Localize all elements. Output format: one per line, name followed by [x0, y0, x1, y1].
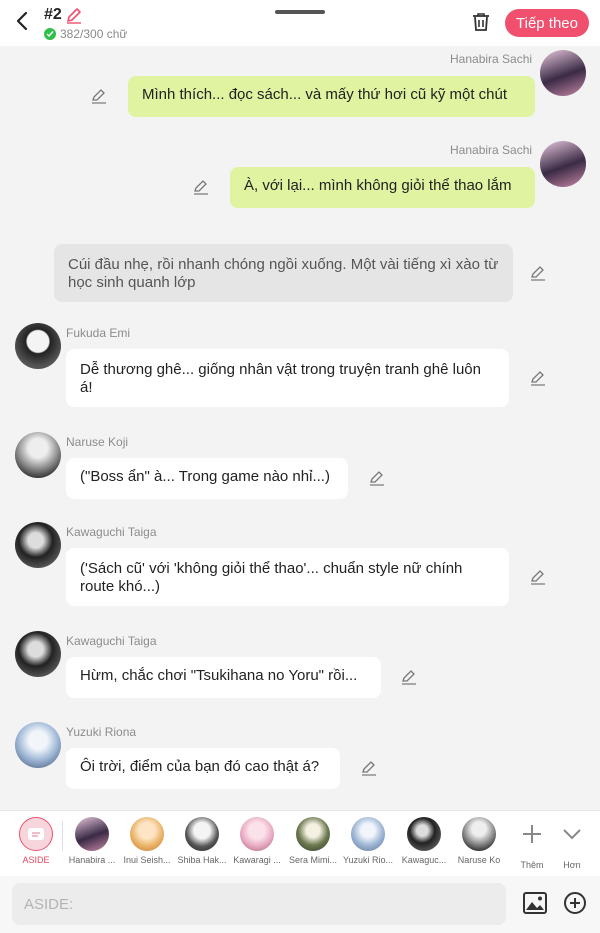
input-bar: [0, 876, 600, 933]
character-label: Sera Mimi...: [288, 855, 337, 865]
next-button[interactable]: Tiếp theo: [505, 9, 589, 37]
character-label: Hanabira ...: [68, 855, 116, 865]
avatar[interactable]: [15, 323, 61, 369]
scene-number: #2: [44, 6, 62, 23]
message-bubble[interactable]: À, với lại... mình không giỏi thể thao l…: [230, 167, 535, 208]
aside-button[interactable]: ASIDE: [8, 817, 64, 865]
sender-name: Kawaguchi Taiga: [66, 634, 157, 648]
message-bubble[interactable]: ('Sách cũ' với 'không giỏi thể thao'... …: [66, 548, 509, 606]
avatar[interactable]: [15, 432, 61, 478]
check-icon: [44, 28, 56, 40]
character-yuzuki[interactable]: Yuzuki Rio...: [340, 817, 396, 865]
avatar: [407, 817, 441, 851]
character-label: Naruse Ko: [457, 855, 501, 865]
character-hanabira[interactable]: Hanabira ...: [64, 817, 120, 865]
add-circle-icon[interactable]: [563, 891, 587, 915]
character-naruse[interactable]: Naruse Ko: [451, 817, 507, 865]
character-inui[interactable]: Inui Seish...: [119, 817, 175, 865]
sender-name: Hanabira Sachi: [450, 52, 533, 66]
sender-name: Yuzuki Riona: [66, 725, 137, 739]
character-shiba[interactable]: Shiba Hak...: [174, 817, 230, 865]
aside-label: ASIDE: [22, 855, 50, 865]
more-button[interactable]: Hơn: [544, 817, 600, 870]
avatar: [130, 817, 164, 851]
avatar: [462, 817, 496, 851]
message-bubble[interactable]: Ôi trời, điểm của bạn đó cao thật á?: [66, 748, 340, 789]
character-kawaguchi[interactable]: Kawaguc...: [396, 817, 452, 865]
avatar: [75, 817, 109, 851]
edit-icon[interactable]: [91, 88, 107, 104]
character-label: Shiba Hak...: [177, 855, 227, 865]
avatar: [351, 817, 385, 851]
image-icon[interactable]: [522, 890, 548, 916]
character-label: Yuzuki Rio...: [342, 855, 394, 865]
scene-title[interactable]: #2: [44, 6, 127, 24]
avatar[interactable]: [15, 722, 61, 768]
avatar: [240, 817, 274, 851]
message-bubble[interactable]: Dễ thương ghê... giống nhân vật trong tr…: [66, 349, 509, 407]
edit-icon[interactable]: [530, 370, 546, 386]
edit-pencil-icon[interactable]: [65, 6, 83, 24]
drag-handle[interactable]: [275, 10, 325, 14]
message-bubble[interactable]: ("Boss ẩn" à... Trong game nào nhỉ...): [66, 458, 348, 499]
character-label: Inui Seish...: [123, 855, 171, 865]
avatar: [296, 817, 330, 851]
avatar[interactable]: [15, 631, 61, 677]
edit-icon[interactable]: [361, 760, 377, 776]
chevron-down-icon: [563, 829, 581, 840]
divider: [62, 821, 63, 851]
character-label: Kawaguc...: [401, 855, 447, 865]
trash-icon[interactable]: [470, 11, 492, 33]
edit-icon[interactable]: [401, 669, 417, 685]
edit-icon[interactable]: [369, 470, 385, 486]
top-bar: #2 382/300 chữ Tiếp theo: [0, 0, 600, 46]
avatar: [185, 817, 219, 851]
sender-name: Hanabira Sachi: [450, 143, 533, 157]
edit-icon[interactable]: [530, 265, 546, 281]
sender-name: Kawaguchi Taiga: [66, 525, 157, 539]
narration-bubble[interactable]: Cúi đầu nhẹ, rồi nhanh chóng ngồi xuống.…: [54, 244, 513, 302]
avatar[interactable]: [540, 50, 586, 96]
message-list[interactable]: Hanabira Sachi Mình thích... đọc sách...…: [0, 46, 600, 810]
more-label: Hơn: [563, 860, 581, 870]
message-bubble[interactable]: Hừm, chắc chơi "Tsukihana no Yoru" rồi..…: [66, 657, 381, 698]
back-arrow-icon[interactable]: [12, 10, 34, 32]
character-label: Kawaragi ...: [233, 855, 281, 865]
avatar[interactable]: [540, 141, 586, 187]
scene-title-block: #2 382/300 chữ: [44, 6, 127, 41]
aside-icon: [19, 817, 53, 851]
character-sera[interactable]: Sera Mimi...: [285, 817, 341, 865]
avatar[interactable]: [15, 522, 61, 568]
edit-icon[interactable]: [530, 569, 546, 585]
character-kawaragi[interactable]: Kawaragi ...: [229, 817, 285, 865]
char-count-text: 382/300 chữ: [60, 27, 128, 41]
message-input[interactable]: [12, 883, 506, 925]
edit-icon[interactable]: [193, 179, 209, 195]
sender-name: Fukuda Emi: [66, 326, 131, 340]
character-selector: ASIDE Hanabira ... Inui Seish... Shiba H…: [0, 810, 600, 876]
char-count: 382/300 chữ: [44, 27, 127, 41]
sender-name: Naruse Koji: [66, 435, 129, 449]
message-bubble[interactable]: Mình thích... đọc sách... và mấy thứ hơi…: [128, 76, 535, 117]
